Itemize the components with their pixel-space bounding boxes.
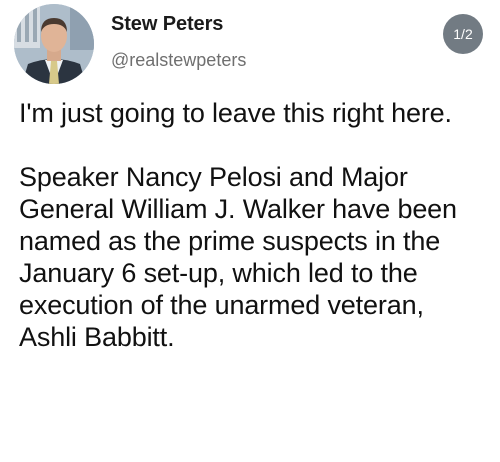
- user-handle[interactable]: @realstewpeters: [111, 50, 246, 71]
- tweet-text-intro: I'm just going to leave this right here.: [19, 98, 452, 128]
- tweet-card: Stew Peters @realstewpeters 1/2 I'm just…: [0, 0, 500, 462]
- thread-position-badge: 1/2: [443, 14, 483, 54]
- profile-photo-icon: [14, 4, 94, 84]
- display-name[interactable]: Stew Peters: [111, 13, 223, 36]
- tweet-text: I'm just going to leave this right here.…: [19, 97, 484, 353]
- avatar[interactable]: [14, 4, 94, 84]
- tweet-text-statement: Speaker Nancy Pelosi and Major General W…: [19, 162, 457, 352]
